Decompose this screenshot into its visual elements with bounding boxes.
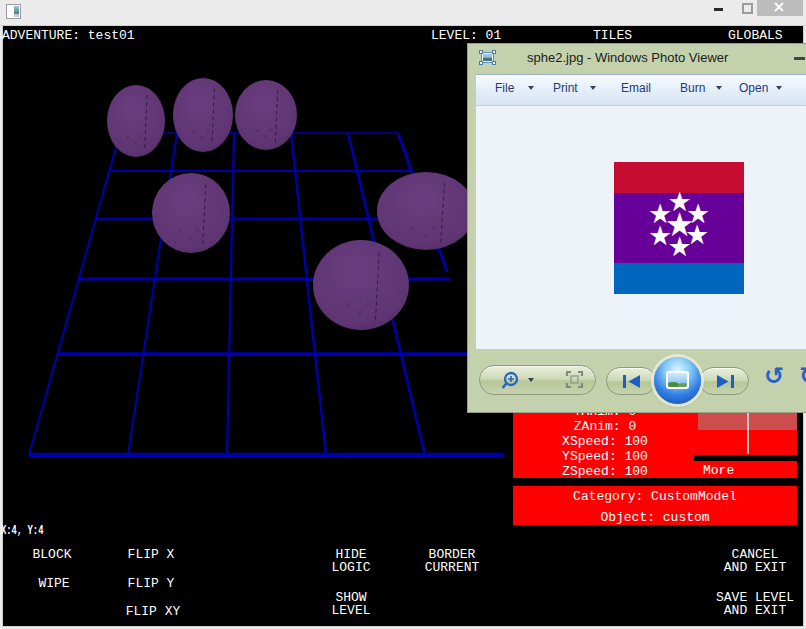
- next-icon: [717, 375, 734, 388]
- app-window: ADVENTURE: test01 LEVEL: 01 TILES GLOBAL…: [0, 0, 806, 629]
- burn-dropdown-icon[interactable]: [716, 86, 722, 90]
- category-label: Category: CustomModel: [513, 490, 797, 504]
- photo-viewer-content: ★ ★ ★ ★ ★ ★ ★: [476, 106, 806, 349]
- previous-icon: [623, 375, 640, 388]
- save-exit-button[interactable]: SAVE LEVELAND EXIT: [705, 591, 805, 619]
- object-label: Object: custom: [513, 511, 797, 525]
- menu-email[interactable]: Email: [621, 81, 651, 95]
- photo-viewer-window: sphe2.jpg - Windows Photo Viewer File Pr…: [467, 43, 806, 413]
- prop-zspeed: ZSpeed: 100: [513, 465, 697, 479]
- photo-viewer-title: sphe2.jpg - Windows Photo Viewer: [527, 50, 728, 66]
- border-current-button[interactable]: BORDERCURRENT: [412, 548, 492, 576]
- cancel-exit-button[interactable]: CANCELAND EXIT: [705, 548, 805, 576]
- flag-stripe-blue: [614, 263, 744, 294]
- tiles-button[interactable]: TILES: [593, 29, 632, 43]
- menu-file[interactable]: File: [495, 81, 514, 95]
- photo-viewer-icon: [479, 49, 496, 66]
- file-dropdown-icon[interactable]: [528, 86, 534, 90]
- zoom-icon[interactable]: [498, 369, 526, 395]
- menu-burn[interactable]: Burn: [680, 81, 705, 95]
- more-divider: [694, 455, 803, 461]
- wipe-button[interactable]: WIPE: [14, 577, 94, 591]
- rotate-ccw-icon[interactable]: ↺: [764, 364, 784, 388]
- flip-y-button[interactable]: FLIP Y: [111, 577, 191, 591]
- prop-zanim: ZAnim: 0: [513, 420, 697, 434]
- zoom-dropdown-icon[interactable]: [528, 378, 534, 382]
- flip-xy-button[interactable]: FLIP XY: [113, 605, 193, 619]
- hide-logic-button[interactable]: HIDELOGIC: [311, 548, 391, 576]
- actual-size-icon[interactable]: [565, 370, 585, 390]
- globals-button[interactable]: GLOBALS: [728, 29, 783, 43]
- previous-button[interactable]: [606, 367, 656, 395]
- photo-viewer-toolbar: ↺ ↻: [468, 349, 806, 412]
- print-dropdown-icon[interactable]: [590, 86, 596, 90]
- menu-open[interactable]: Open: [739, 81, 768, 95]
- photo-image: ★ ★ ★ ★ ★ ★ ★: [614, 162, 744, 294]
- rotate-cw-icon[interactable]: ↻: [799, 364, 806, 388]
- next-button[interactable]: [699, 367, 749, 395]
- viewer-minimize-icon[interactable]: [794, 57, 805, 60]
- level-label: LEVEL: 01: [431, 29, 501, 43]
- slideshow-icon: [666, 371, 689, 389]
- cursor-position-label: X:4, Y:4: [1, 524, 43, 538]
- adventure-label: ADVENTURE: test01: [2, 29, 135, 43]
- show-level-button[interactable]: SHOWLEVEL: [311, 591, 391, 619]
- open-dropdown-icon[interactable]: [776, 86, 782, 90]
- more-button[interactable]: More: [703, 464, 734, 478]
- photo-viewer-menubar: File Print Email Burn Open: [476, 74, 806, 106]
- play-slideshow-button[interactable]: [654, 357, 701, 404]
- menu-print[interactable]: Print: [553, 81, 578, 95]
- prop-xspeed: XSpeed: 100: [513, 435, 697, 449]
- block-button[interactable]: BLOCK: [12, 548, 92, 562]
- flip-x-button[interactable]: FLIP X: [111, 548, 191, 562]
- flag-star-bottom: ★: [667, 233, 691, 260]
- prop-yspeed: YSpeed: 100: [513, 450, 697, 464]
